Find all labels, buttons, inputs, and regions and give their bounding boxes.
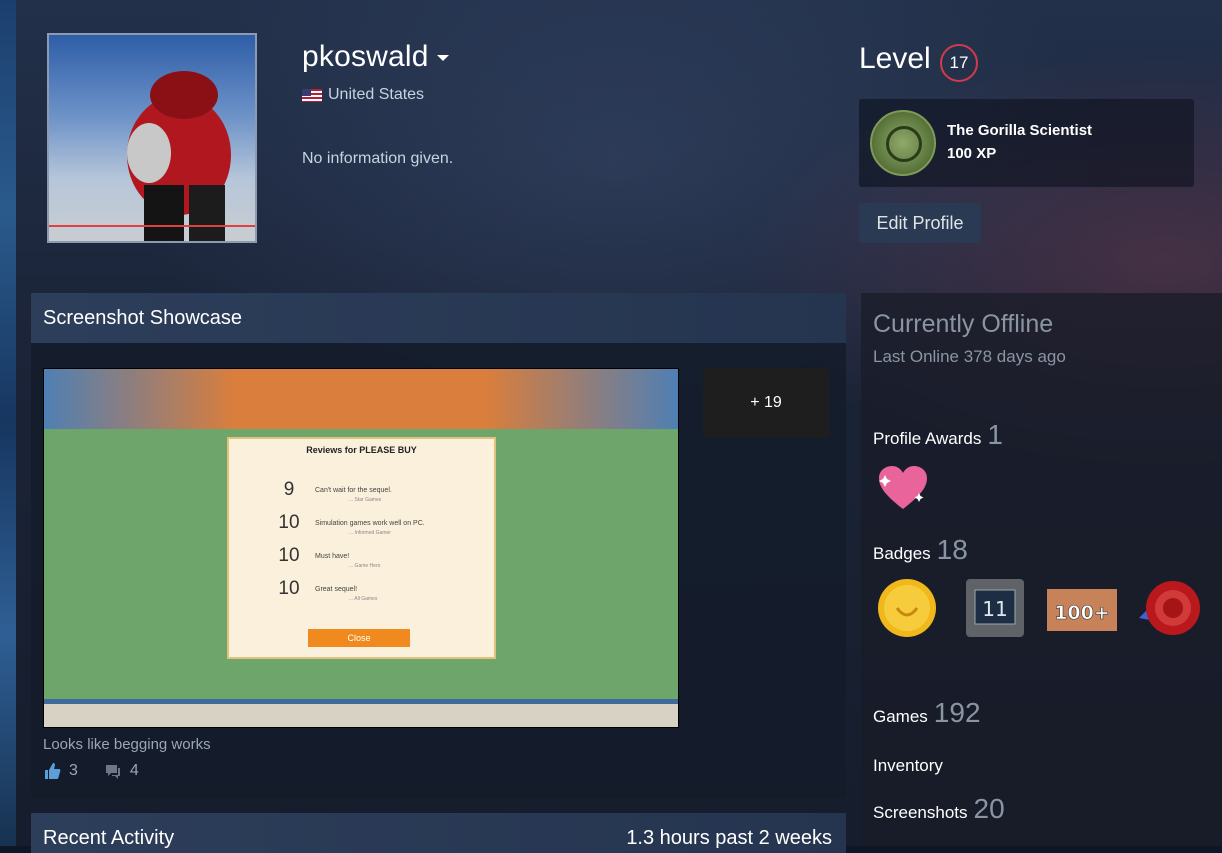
red-seal-badge-icon[interactable] bbox=[1137, 578, 1203, 638]
reviews-panel: Reviews for PLEASE BUY 9 Can't wait for … bbox=[227, 437, 496, 659]
showcase-screenshot[interactable]: Reviews for PLEASE BUY 9 Can't wait for … bbox=[43, 368, 679, 728]
review-score: 10 bbox=[278, 512, 300, 533]
review-text: Must have! bbox=[315, 553, 350, 560]
comments-count: 4 bbox=[129, 762, 139, 779]
badges-link[interactable]: Badges 18 bbox=[873, 534, 968, 566]
review-row: 10 Simulation games work well on PC. ...… bbox=[229, 512, 494, 538]
gold-coin-badge-icon[interactable] bbox=[875, 578, 939, 638]
favorite-badge-xp: 100 XP bbox=[947, 145, 997, 162]
name-dropdown-icon[interactable] bbox=[436, 55, 449, 62]
review-row: 10 Must have! ... Game Hero bbox=[229, 545, 494, 571]
review-row: 9 Can't wait for the sequel. ... Star Ga… bbox=[229, 479, 494, 505]
profile-country: United States bbox=[302, 86, 424, 104]
profile-summary: No information given. bbox=[302, 150, 454, 167]
level-label: Level bbox=[859, 42, 931, 75]
review-source: ... All Games bbox=[349, 596, 378, 602]
badges-label: Badges bbox=[873, 544, 931, 563]
profile-page: pkoswald United States No information gi… bbox=[16, 0, 1222, 853]
review-source: ... Star Games bbox=[349, 497, 382, 503]
online-status: Currently Offline bbox=[873, 310, 1054, 338]
showcase-title: Screenshot Showcase bbox=[31, 293, 846, 343]
recent-activity-hours: 1.3 hours past 2 weeks bbox=[626, 827, 832, 849]
screenshots-link[interactable]: Screenshots 20 bbox=[873, 793, 1005, 825]
edit-profile-button[interactable]: Edit Profile bbox=[859, 203, 981, 243]
screenshot-stats: 3 4 bbox=[43, 762, 139, 780]
review-row: 10 Great sequel! ... All Games bbox=[229, 578, 494, 604]
review-score: 9 bbox=[283, 479, 295, 500]
screenshots-count: 20 bbox=[973, 793, 1005, 824]
last-online: Last Online 378 days ago bbox=[873, 347, 1066, 366]
likes-count: 3 bbox=[69, 762, 78, 779]
level-badge[interactable]: 17 bbox=[940, 44, 978, 82]
eleven-badge-icon[interactable]: 11 bbox=[965, 578, 1025, 638]
recent-activity-header: Recent Activity 1.3 hours past 2 weeks bbox=[31, 813, 846, 853]
screenshots-label: Screenshots bbox=[873, 803, 968, 822]
more-screenshots-tile[interactable]: + 19 bbox=[703, 368, 829, 438]
review-text: Can't wait for the sequel. bbox=[315, 487, 392, 494]
profile-sidebar: Currently Offline Last Online 378 days a… bbox=[861, 293, 1222, 846]
games-link[interactable]: Games 192 bbox=[873, 697, 981, 729]
page-background-strip bbox=[0, 0, 16, 846]
review-score: 10 bbox=[278, 578, 300, 599]
country-name: United States bbox=[328, 86, 425, 103]
badge-11-text: 11 bbox=[982, 597, 1007, 621]
screenshot-bottom-bar bbox=[44, 704, 678, 727]
review-close-button: Close bbox=[308, 629, 410, 647]
review-score: 10 bbox=[278, 545, 300, 566]
favorite-badge[interactable]: The Gorilla Scientist 100 XP bbox=[859, 99, 1194, 187]
comment-icon[interactable] bbox=[104, 762, 122, 780]
review-text: Simulation games work well on PC. bbox=[315, 520, 425, 527]
hundred-plus-badge-icon[interactable]: 100+ bbox=[1047, 585, 1117, 635]
favorite-badge-name: The Gorilla Scientist bbox=[947, 122, 1093, 139]
profile-awards-count: 1 bbox=[987, 419, 1003, 450]
review-source: ... Game Hero bbox=[349, 563, 381, 569]
badges-count: 18 bbox=[936, 534, 968, 565]
gorilla-badge-icon bbox=[870, 110, 936, 176]
avatar-image bbox=[49, 71, 255, 241]
heart-award-icon[interactable] bbox=[875, 463, 931, 513]
profile-awards-label: Profile Awards bbox=[873, 429, 982, 448]
thumbs-up-icon[interactable] bbox=[43, 762, 61, 780]
persona-name[interactable]: pkoswald bbox=[302, 40, 449, 74]
persona-name-text: pkoswald bbox=[302, 40, 429, 73]
reviews-panel-title: Reviews for PLEASE BUY bbox=[306, 445, 417, 455]
recent-activity-title: Recent Activity bbox=[43, 827, 175, 849]
inventory-link[interactable]: Inventory bbox=[873, 756, 943, 776]
screenshot-showcase: Screenshot Showcase Reviews for PLEASE B… bbox=[31, 293, 846, 798]
screenshot-caption: Looks like begging works bbox=[43, 736, 211, 753]
profile-awards-link[interactable]: Profile Awards 1 bbox=[873, 419, 1003, 451]
games-count: 192 bbox=[933, 697, 981, 728]
review-source: ... Informed Gamer bbox=[349, 530, 391, 536]
us-flag-icon bbox=[302, 88, 322, 102]
badge-100-text: 100+ bbox=[1054, 602, 1110, 624]
review-text: Great sequel! bbox=[315, 586, 358, 593]
games-label: Games bbox=[873, 707, 928, 726]
avatar[interactable] bbox=[47, 33, 257, 243]
